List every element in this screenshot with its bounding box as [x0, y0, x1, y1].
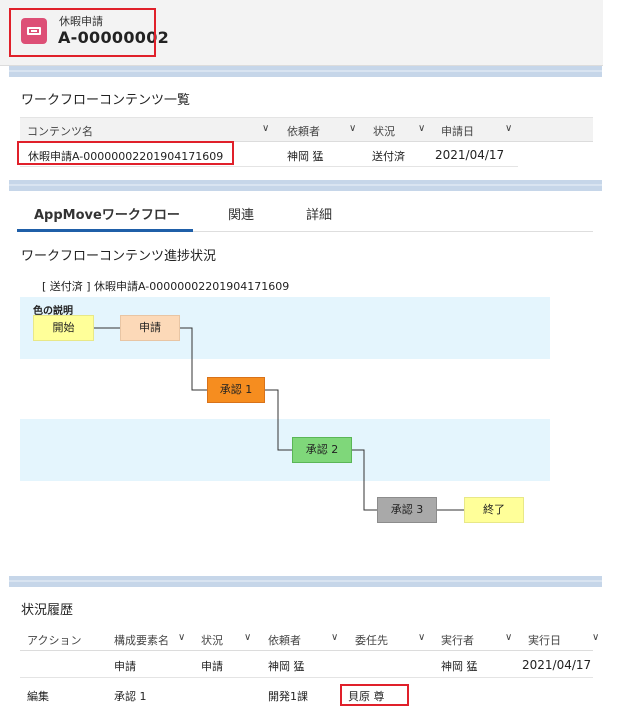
column-header-element[interactable]: 構成要素名	[114, 632, 169, 648]
section-divider	[9, 576, 602, 587]
highlight-box-delegate	[340, 684, 409, 706]
column-header-delegate[interactable]: 委任先	[355, 632, 388, 648]
row-divider	[20, 677, 593, 678]
workflow-node-approval-2[interactable]: 承認 2	[292, 437, 352, 463]
chevron-down-icon[interactable]: ∨	[244, 632, 251, 643]
column-header-status[interactable]: 状況	[201, 632, 223, 648]
history-status-cell: 申請	[201, 660, 223, 673]
history-element-link[interactable]: 申請	[114, 658, 136, 674]
column-header-action: アクション	[27, 634, 82, 647]
workflow-node-approval-1[interactable]: 承認 1	[207, 377, 265, 403]
chevron-down-icon[interactable]: ∨	[505, 632, 512, 643]
chevron-down-icon[interactable]: ∨	[418, 632, 425, 643]
workflow-node-start[interactable]: 開始	[33, 315, 94, 341]
column-header-exec-date[interactable]: 実行日	[528, 632, 561, 648]
column-header-requester[interactable]: 依頼者	[268, 632, 301, 648]
workflow-connectors	[94, 327, 464, 511]
chevron-down-icon[interactable]: ∨	[331, 632, 338, 643]
history-element-link[interactable]: 承認 1	[114, 688, 147, 704]
history-requester-cell: 神岡 猛	[268, 660, 305, 673]
chevron-down-icon[interactable]: ∨	[178, 632, 185, 643]
workflow-node-end[interactable]: 終了	[464, 497, 524, 523]
edit-link[interactable]: 編集	[27, 688, 49, 704]
history-title: 状況履歴	[21, 603, 74, 618]
workflow-node-apply[interactable]: 申請	[120, 315, 180, 341]
chevron-down-icon[interactable]: ∨	[592, 632, 599, 643]
history-executor-cell: 神岡 猛	[441, 660, 478, 673]
history-requester-cell: 開発1課	[268, 690, 308, 703]
history-date-cell: 2021/04/17	[522, 658, 592, 672]
workflow-node-approval-3[interactable]: 承認 3	[377, 497, 437, 523]
column-header-executor[interactable]: 実行者	[441, 632, 474, 648]
